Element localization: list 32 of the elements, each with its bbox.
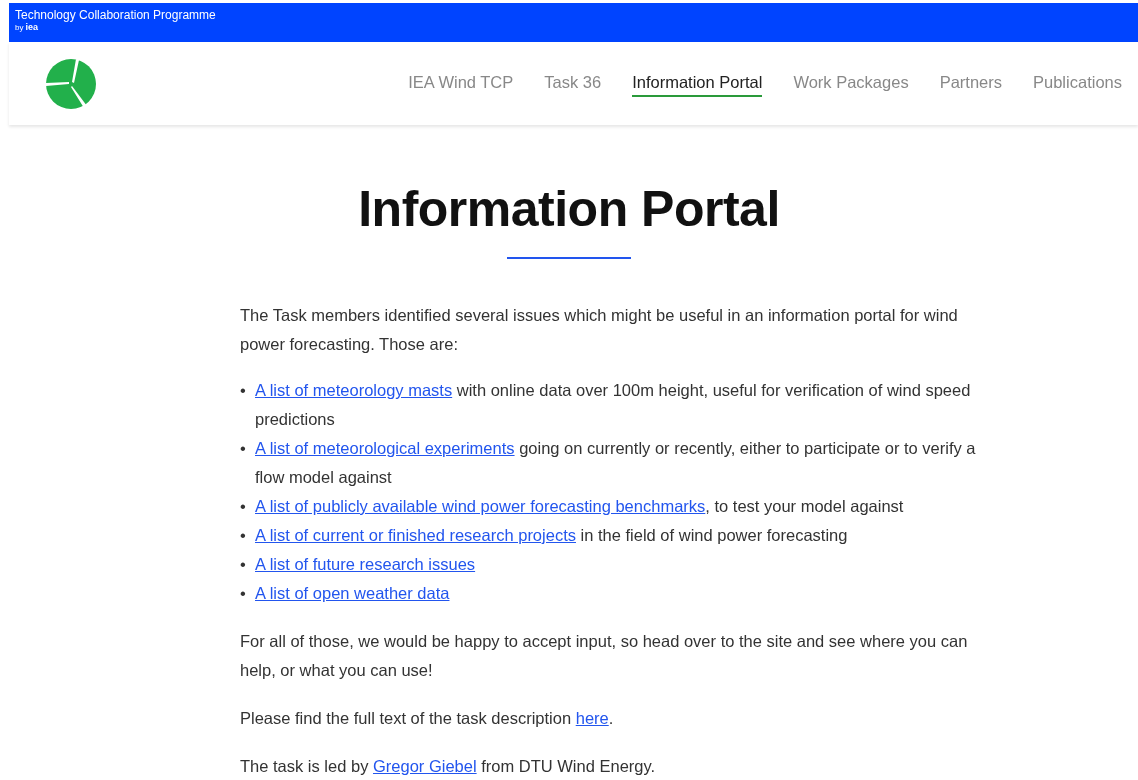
- list-item-text: A list of current or finished research projects in the field of wind power forecasting: [255, 525, 848, 546]
- bullet: •: [240, 525, 247, 546]
- bullet: •: [240, 380, 247, 401]
- programme-title: Technology Collaboration Programme: [15, 9, 217, 22]
- list-item-text: A list of meteorological experiments going on currently or recently, either to participate or to verify a flow model against: [255, 438, 977, 488]
- paragraph: Please find the full text of the task description here.: [240, 708, 615, 729]
- link[interactable]: here: [575, 709, 609, 727]
- link[interactable]: A list of meteorological experiments: [255, 439, 515, 457]
- paragraph: The task is led by Gregor Giebel from DTU Wind Energy.: [240, 756, 657, 777]
- link[interactable]: A list of meteorology masts: [255, 381, 453, 399]
- bullet: •: [240, 583, 247, 604]
- by-label: by: [15, 23, 24, 32]
- nav-tab[interactable]: Task 36: [544, 70, 602, 97]
- page-heading: Information Portal: [357, 181, 781, 237]
- nav-tab[interactable]: Partners: [939, 70, 1002, 97]
- turbine-logo-icon[interactable]: [45, 57, 97, 110]
- link[interactable]: A list of current or finished research projects: [255, 526, 576, 544]
- nav-tab[interactable]: Publications: [1033, 70, 1122, 97]
- intro-paragraph: The Task members identified several issues which might be useful in an information portal for wind power forecasting. Those are:: [240, 305, 959, 355]
- link[interactable]: A list of future research issues: [255, 550, 476, 579]
- nav-tab[interactable]: IEA Wind TCP: [408, 70, 514, 97]
- list-item-text: A list of publicly available wind power forecasting benchmarks, to test your model against: [255, 496, 904, 517]
- bullet: •: [240, 496, 247, 517]
- link[interactable]: A list of open weather data: [255, 579, 450, 608]
- nav-tab[interactable]: Work Packages: [793, 70, 909, 97]
- nav-tab[interactable]: Information Portal: [632, 70, 763, 97]
- link[interactable]: A list of publicly available wind power forecasting benchmarks: [255, 497, 706, 515]
- link[interactable]: Gregor Giebel: [373, 757, 477, 775]
- bullet: •: [240, 554, 247, 575]
- paragraph: For all of those, we would be happy to accept input, so head over to the site and see where you can help, or what you can use!: [240, 631, 969, 681]
- brand-logo[interactable]: iea: [25, 23, 38, 32]
- bullet: •: [240, 438, 247, 459]
